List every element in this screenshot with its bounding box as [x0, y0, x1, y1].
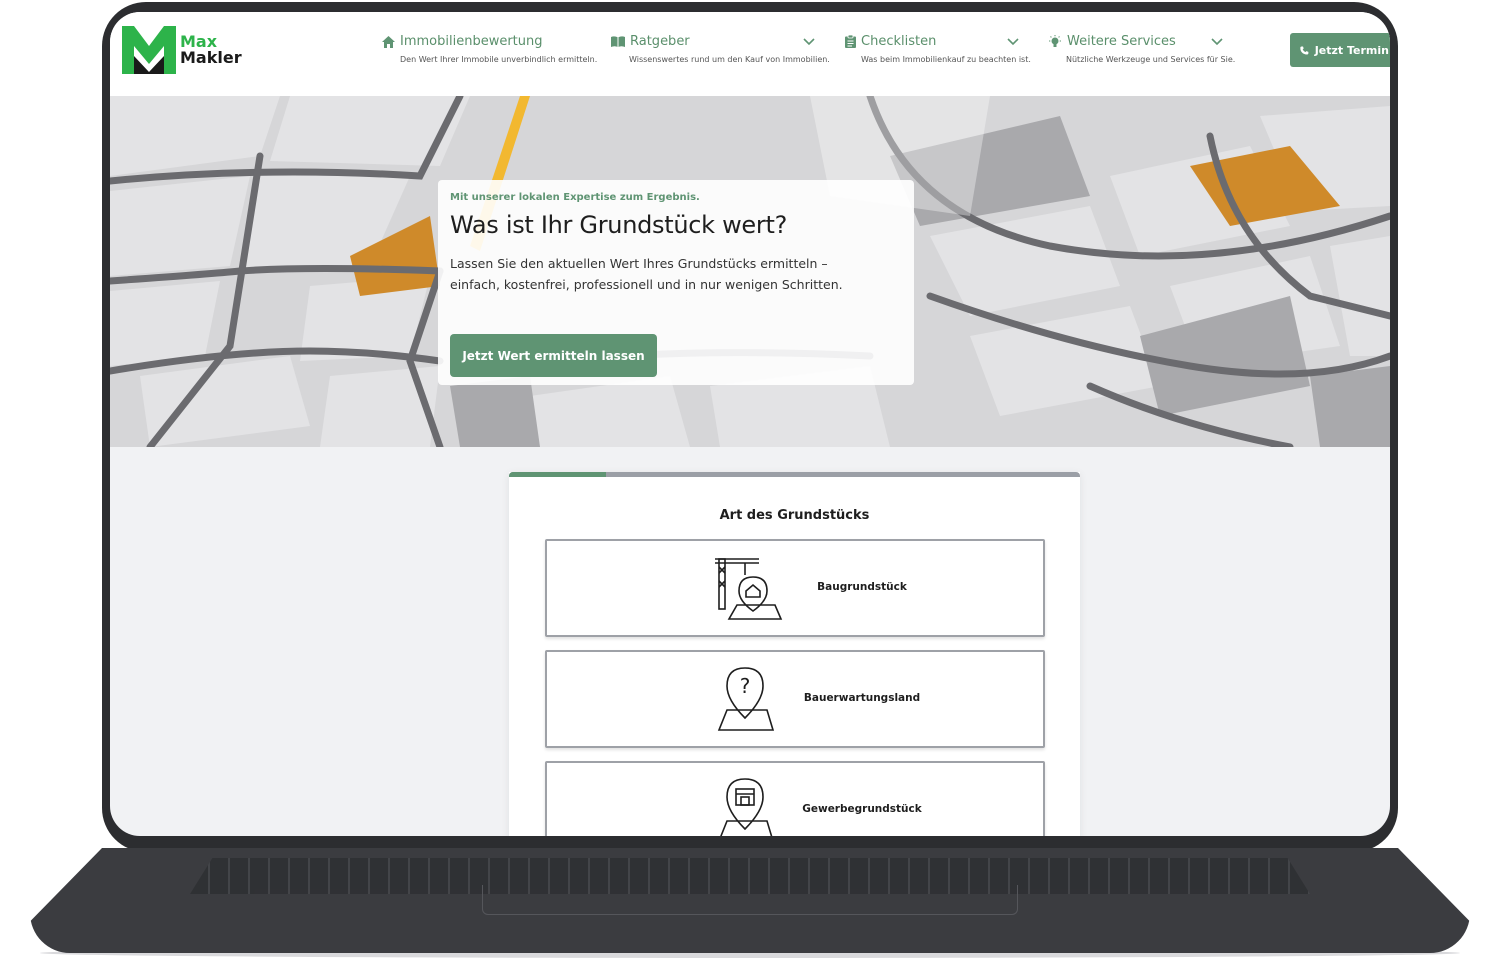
- chevron-down-icon[interactable]: [1007, 38, 1019, 46]
- valuation-form: Art des Grundstücks Baugrundstück ? Baue…: [509, 472, 1080, 836]
- hero-kicker: Mit unserer lokalen Expertise zum Ergebn…: [450, 192, 700, 203]
- construction-plot-icon: [715, 558, 783, 620]
- question-pin-icon: ?: [717, 667, 775, 731]
- hero-card: Mit unserer lokalen Expertise zum Ergebn…: [438, 180, 914, 385]
- form-question-title: Art des Grundstücks: [719, 508, 870, 523]
- form-progress-fill: [509, 472, 607, 477]
- nav-title: Checklisten: [861, 34, 937, 49]
- option-label: Bauerwartungsland: [803, 692, 921, 704]
- home-icon: [382, 35, 395, 48]
- valuation-start-button[interactable]: Jetzt Wert ermitteln lassen: [450, 334, 657, 377]
- chevron-down-icon[interactable]: [1211, 38, 1223, 46]
- book-icon: [611, 36, 625, 47]
- nav-item-weitere-services[interactable]: Weitere Services Nützliche Werkzeuge und…: [1048, 34, 1235, 64]
- nav-subtitle: Nützliche Werkzeuge und Services für Sie…: [1066, 55, 1236, 64]
- nav-subtitle: Den Wert Ihrer Immobile unverbindlich er…: [400, 55, 598, 64]
- nav-item-ratgeber[interactable]: Ratgeber Wissenswertes rund um den Kauf …: [611, 34, 830, 64]
- site-header: Max Makler Immobilienbewertung Den Wert …: [110, 12, 1390, 96]
- logo-m-icon: [122, 26, 176, 74]
- brand-line-2: Makler: [180, 48, 242, 67]
- hero-title: Was ist Ihr Grundstück wert?: [450, 211, 788, 239]
- lightbulb-icon: [1049, 34, 1061, 47]
- nav-item-checklisten[interactable]: Checklisten Was beim Immobilienkauf zu b…: [845, 34, 1031, 64]
- laptop-trackpad: [482, 885, 1018, 915]
- nav-title: Ratgeber: [630, 34, 690, 49]
- option-gewerbegrundstueck[interactable]: Gewerbegrundstück: [545, 761, 1045, 836]
- phone-icon: [1300, 45, 1309, 55]
- browser-screen: Max Makler Immobilienbewertung Den Wert …: [110, 12, 1390, 836]
- appointment-button[interactable]: Jetzt Termin v: [1290, 33, 1390, 67]
- svg-text:?: ?: [740, 674, 751, 698]
- nav-title: Weitere Services: [1067, 34, 1176, 49]
- option-label: Baugrundstück: [817, 581, 907, 593]
- nav-title: Immobilienbewertung: [400, 34, 543, 49]
- hero-text: Lassen Sie den aktuellen Wert Ihres Grun…: [450, 256, 843, 292]
- nav-item-immobilienbewertung[interactable]: Immobilienbewertung Den Wert Ihrer Immob…: [382, 34, 597, 64]
- form-progress-bar: [509, 472, 1080, 477]
- chevron-down-icon[interactable]: [803, 38, 815, 46]
- option-label: Gewerbegrundstück: [802, 803, 922, 815]
- appointment-label: Jetzt Termin v: [1314, 43, 1390, 57]
- clipboard-icon: [845, 35, 856, 48]
- nav-subtitle: Was beim Immobilienkauf zu beachten ist.: [861, 55, 1031, 64]
- option-baugrundstueck[interactable]: Baugrundstück: [545, 539, 1045, 637]
- nav-subtitle: Wissenswertes rund um den Kauf von Immob…: [629, 55, 830, 64]
- shop-pin-icon: [720, 778, 773, 836]
- option-bauerwartungsland[interactable]: ? Bauerwartungsland: [545, 650, 1045, 748]
- brand-logo[interactable]: Max Makler: [122, 26, 252, 76]
- hero-section: Mit unserer lokalen Expertise zum Ergebn…: [110, 96, 1390, 447]
